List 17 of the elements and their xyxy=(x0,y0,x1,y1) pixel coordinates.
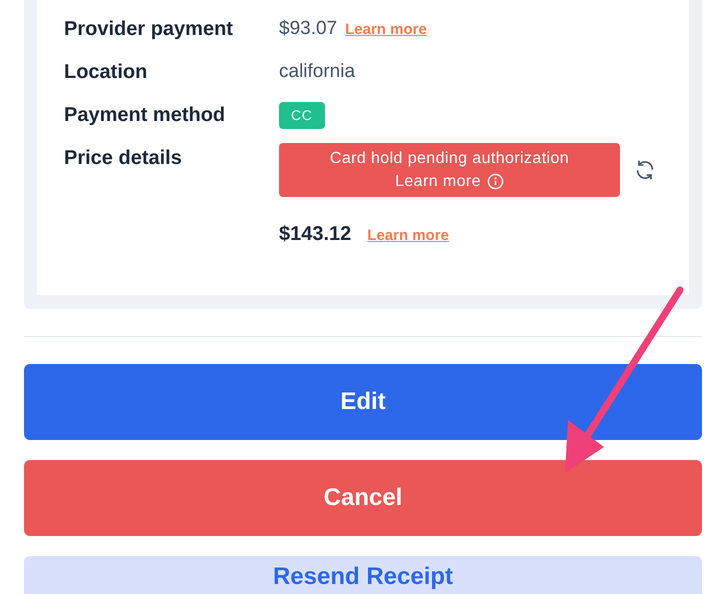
secondary-action-button[interactable]: Resend Receipt xyxy=(24,556,702,594)
primary-action-button[interactable]: Edit xyxy=(24,364,702,440)
danger-action-button[interactable]: Cancel xyxy=(24,460,702,536)
payment-method-badge: CC xyxy=(279,102,325,128)
detail-label: Price details xyxy=(64,146,183,171)
detail-label: Location xyxy=(64,60,148,85)
refresh-icon[interactable] xyxy=(634,159,656,181)
alert-message: Card hold pending authorization xyxy=(330,149,570,169)
alert-learn-more-link[interactable]: Learn more xyxy=(395,170,481,193)
learn-more-link[interactable]: Learn more xyxy=(367,225,449,248)
learn-more-link[interactable]: Learn more xyxy=(345,18,427,42)
detail-label: Payment method xyxy=(64,103,226,128)
total-price: $143.12 xyxy=(279,222,352,247)
amount: $93.07 xyxy=(279,16,338,41)
location-value: california xyxy=(279,60,356,84)
detail-label: Provider payment xyxy=(64,17,234,42)
info-icon xyxy=(486,173,504,190)
